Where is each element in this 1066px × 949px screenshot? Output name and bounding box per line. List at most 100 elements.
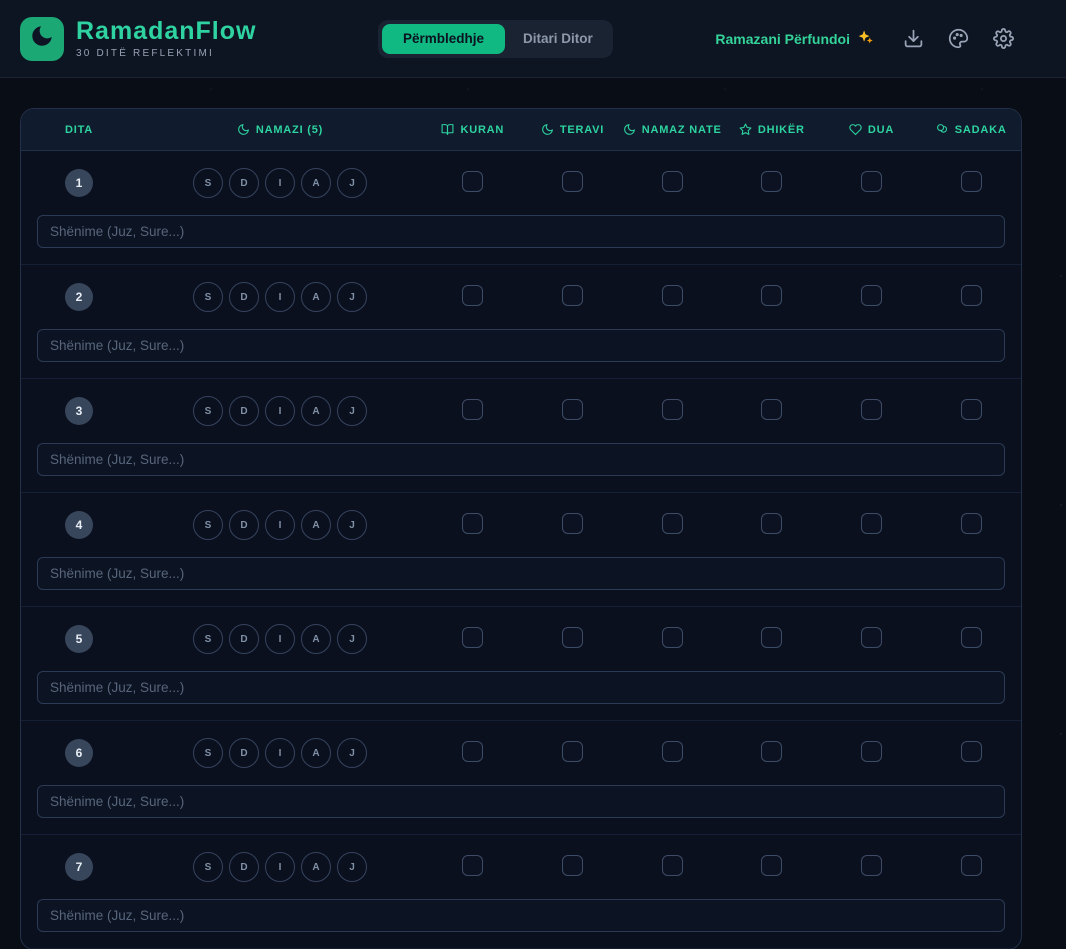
prayer-button-j[interactable]: J [337,510,367,540]
prayer-button-s[interactable]: S [193,168,223,198]
column-header-namaz-nate: NAMAZ NATE [622,123,722,136]
app-subtitle: 30 DITË REFLEKTIMI [76,48,214,60]
checkbox-dua[interactable] [860,626,882,648]
prayer-button-d[interactable]: D [229,168,259,198]
checkbox-namaz-nate[interactable] [661,854,683,876]
checkbox-sadaka[interactable] [960,626,982,648]
checkbox-dua[interactable] [860,854,882,876]
prayer-button-s[interactable]: S [193,624,223,654]
checkbox-sadaka[interactable] [960,398,982,420]
checkbox-namaz-nate[interactable] [661,740,683,762]
prayer-button-s[interactable]: S [193,510,223,540]
prayer-button-d[interactable]: D [229,624,259,654]
checkbox-namaz-nate[interactable] [661,626,683,648]
checkbox-kuran[interactable] [462,512,484,534]
prayer-button-a[interactable]: A [301,852,331,882]
column-header-kuran: KURAN [423,123,523,136]
star-icon [739,123,752,136]
checkbox-dua[interactable] [860,284,882,306]
checkbox-dua[interactable] [860,512,882,534]
prayer-button-s[interactable]: S [193,396,223,426]
prayer-button-a[interactable]: A [301,282,331,312]
column-label: NAMAZI (5) [255,123,324,136]
checkbox-sadaka[interactable] [960,740,982,762]
day-number-badge: 7 [65,853,93,881]
notes-input[interactable] [37,899,1005,932]
notes-input[interactable] [37,671,1005,704]
notes-input[interactable] [37,785,1005,818]
prayer-button-i[interactable]: I [265,168,295,198]
prayer-button-j[interactable]: J [337,738,367,768]
note-field-wrap [21,557,1021,590]
checkbox-dua[interactable] [860,170,882,192]
prayer-button-i[interactable]: I [265,852,295,882]
moon-icon [541,123,554,136]
checkbox-kuran[interactable] [462,740,484,762]
checkbox-dhiker[interactable] [761,170,783,192]
notes-input[interactable] [37,329,1005,362]
prayer-button-s[interactable]: S [193,282,223,312]
prayer-button-a[interactable]: A [301,624,331,654]
prayer-button-a[interactable]: A [301,396,331,426]
prayer-button-j[interactable]: J [337,282,367,312]
checkbox-sadaka[interactable] [960,854,982,876]
prayer-button-a[interactable]: A [301,738,331,768]
checkbox-dhiker[interactable] [761,512,783,534]
checkbox-namaz-nate[interactable] [661,284,683,306]
notes-input[interactable] [37,557,1005,590]
prayer-button-i[interactable]: I [265,282,295,312]
prayer-button-d[interactable]: D [229,738,259,768]
checkbox-kuran[interactable] [462,398,484,420]
prayer-button-d[interactable]: D [229,282,259,312]
checkbox-teravi[interactable] [561,626,583,648]
checkbox-sadaka[interactable] [960,284,982,306]
checkbox-teravi[interactable] [561,398,583,420]
prayer-button-i[interactable]: I [265,510,295,540]
prayer-button-i[interactable]: I [265,624,295,654]
theme-button[interactable] [945,26,971,52]
prayer-button-i[interactable]: I [265,396,295,426]
checkbox-sadaka[interactable] [960,512,982,534]
checkbox-teravi[interactable] [561,512,583,534]
checkbox-teravi[interactable] [561,170,583,192]
checkbox-dua[interactable] [860,398,882,420]
checkbox-namaz-nate[interactable] [661,170,683,192]
checkbox-dhiker[interactable] [761,740,783,762]
checkbox-dhiker[interactable] [761,854,783,876]
day-controls: 6 SDIAJ [21,721,1021,785]
checkbox-kuran[interactable] [462,626,484,648]
checkbox-teravi[interactable] [561,854,583,876]
checkbox-kuran[interactable] [462,284,484,306]
checkbox-teravi[interactable] [561,284,583,306]
checkbox-dhiker[interactable] [761,398,783,420]
settings-button[interactable] [990,26,1016,52]
prayer-button-s[interactable]: S [193,738,223,768]
checkbox-dhiker[interactable] [761,626,783,648]
checkbox-kuran[interactable] [462,170,484,192]
prayer-button-d[interactable]: D [229,396,259,426]
day-controls: 5 SDIAJ [21,607,1021,671]
main-content: DITA NAMAZI (5) KURAN TERAVI NAMAZ NATE DHIKË… [0,78,1066,949]
checkbox-dua[interactable] [860,740,882,762]
prayer-button-d[interactable]: D [229,852,259,882]
prayer-button-j[interactable]: J [337,168,367,198]
checkbox-teravi[interactable] [561,740,583,762]
prayer-button-j[interactable]: J [337,396,367,426]
prayer-button-a[interactable]: A [301,510,331,540]
prayer-button-j[interactable]: J [337,624,367,654]
notes-input[interactable] [37,215,1005,248]
checkbox-sadaka[interactable] [960,170,982,192]
tab-ditari-ditor[interactable]: Ditari Ditor [507,25,609,53]
tab-permbledhje[interactable]: Përmbledhje [382,24,506,54]
notes-input[interactable] [37,443,1005,476]
checkbox-kuran[interactable] [462,854,484,876]
prayer-button-i[interactable]: I [265,738,295,768]
prayer-button-a[interactable]: A [301,168,331,198]
prayer-button-d[interactable]: D [229,510,259,540]
checkbox-namaz-nate[interactable] [661,398,683,420]
prayer-button-s[interactable]: S [193,852,223,882]
checkbox-dhiker[interactable] [761,284,783,306]
checkbox-namaz-nate[interactable] [661,512,683,534]
prayer-button-j[interactable]: J [337,852,367,882]
download-button[interactable] [900,26,926,52]
